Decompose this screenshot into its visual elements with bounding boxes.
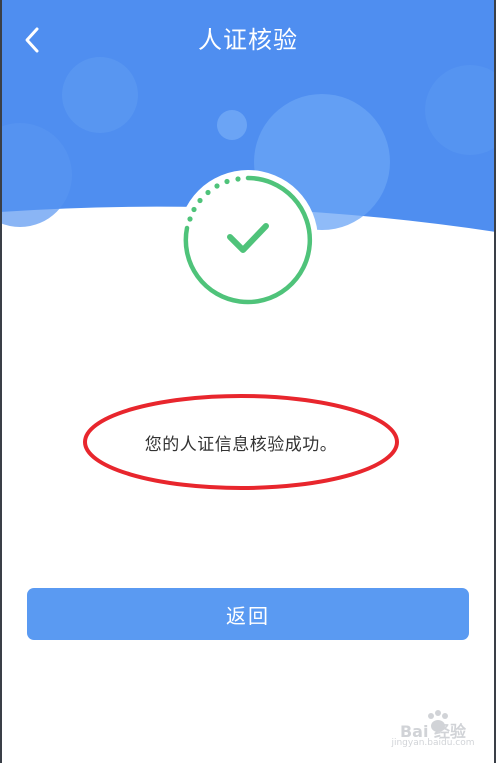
watermark-brand: Bai 经验 bbox=[399, 722, 467, 741]
success-message-area: 您的人证信息核验成功。 bbox=[82, 392, 400, 492]
success-message: 您的人证信息核验成功。 bbox=[144, 434, 338, 455]
page-title: 人证核验 bbox=[198, 26, 298, 54]
return-button[interactable]: 返回 bbox=[27, 588, 469, 640]
baidu-watermark: Bai 经验 jingyan.baidu.com bbox=[378, 706, 488, 756]
navigation-bar: 人证核验 bbox=[0, 0, 496, 80]
app-screen: 人证核验 您的人证信息核验成功。 返回 Bai 经验 jingyan.baidu… bbox=[0, 0, 496, 763]
check-circle-icon bbox=[178, 170, 318, 310]
left-edge bbox=[0, 0, 2, 763]
watermark-url: jingyan.baidu.com bbox=[391, 738, 475, 748]
